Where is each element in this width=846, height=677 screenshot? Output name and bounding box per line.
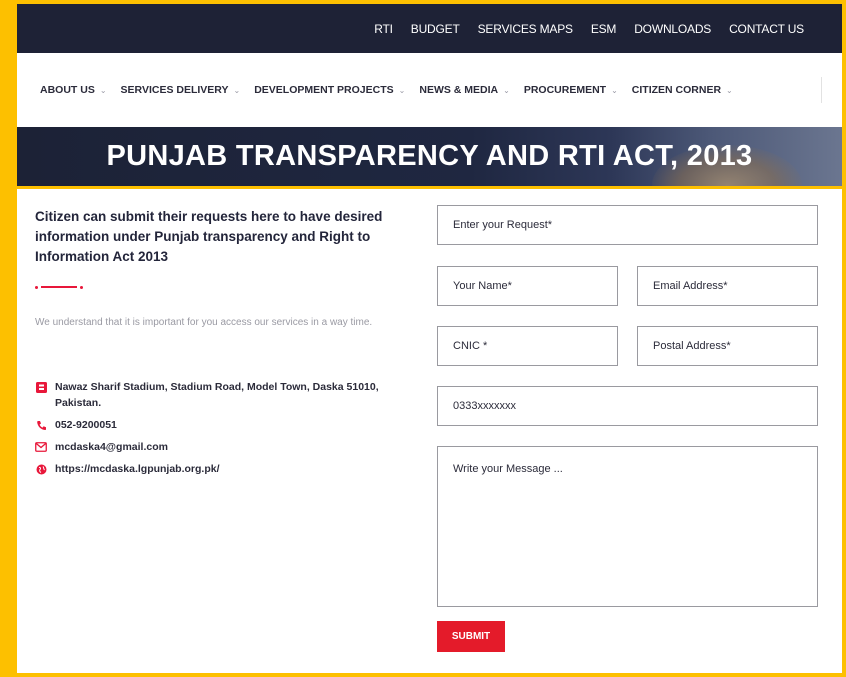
chevron-down-icon: ⌄ <box>398 85 406 95</box>
nav-item-services-delivery[interactable]: SERVICES DELIVERY ⌄ <box>121 84 241 96</box>
contact-address: Nawaz Sharif Stadium, Stadium Road, Mode… <box>35 379 415 411</box>
chevron-down-icon: ⌄ <box>726 85 733 95</box>
intro-description: We understand that it is important for y… <box>35 317 373 328</box>
contact-info: Nawaz Sharif Stadium, Stadium Road, Mode… <box>35 379 415 483</box>
nav-item-label: ABOUT US <box>40 84 95 96</box>
chevron-down-icon: ⌄ <box>503 85 510 95</box>
chevron-down-icon: ⌄ <box>99 85 107 95</box>
contact-email-text[interactable]: mcdaska4@gmail.com <box>55 439 168 455</box>
message-textarea[interactable]: Write your Message ... <box>437 446 818 607</box>
intro-heading: Citizen can submit their requests here t… <box>35 209 383 264</box>
envelope-icon <box>35 441 47 453</box>
page-banner: PUNJAB TRANSPARENCY AND RTI ACT, 2013 <box>17 127 842 186</box>
contact-address-text: Nawaz Sharif Stadium, Stadium Road, Mode… <box>55 381 379 409</box>
contact-website: https://mcdaska.lgpunjab.org.pk/ <box>35 461 415 477</box>
cnic-field[interactable]: CNIC * <box>437 326 618 366</box>
topbar-link-contact-us[interactable]: CONTACT US <box>729 22 804 36</box>
rti-request-section: Citizen can submit their requests here t… <box>17 189 842 673</box>
nav-item-label: CITIZEN CORNER <box>631 84 722 96</box>
postal-address-field[interactable]: Postal Address* <box>637 326 818 366</box>
submit-button[interactable]: SUBMIT <box>437 621 505 652</box>
nav-item-news-media[interactable]: NEWS & MEDIA ⌄ <box>419 84 509 96</box>
highlight-frame-bottom <box>0 673 846 677</box>
nav-item-about-us[interactable]: ABOUT US ⌄ <box>40 84 107 96</box>
main-navigation: ABOUT US ⌄ SERVICES DELIVERY ⌄ DEVELOPME… <box>17 53 842 127</box>
contact-phone: 052-9200051 <box>35 417 415 433</box>
name-field[interactable]: Your Name* <box>437 266 618 306</box>
topbar-link-services-maps[interactable]: SERVICES MAPS <box>478 22 573 36</box>
chevron-down-icon: ⌄ <box>233 85 241 95</box>
topbar-link-rti[interactable]: RTI <box>374 22 393 36</box>
highlight-frame-right <box>842 0 846 677</box>
phone-field[interactable]: 0333xxxxxxx <box>437 386 818 426</box>
email-field[interactable]: Email Address* <box>637 266 818 306</box>
nav-item-label: DEVELOPMENT PROJECTS <box>254 84 394 96</box>
topbar-link-budget[interactable]: BUDGET <box>411 22 460 36</box>
nav-item-label: SERVICES DELIVERY <box>120 84 229 96</box>
nav-item-procurement[interactable]: PROCUREMENT ⌄ <box>524 84 618 96</box>
topbar-link-downloads[interactable]: DOWNLOADS <box>634 22 711 36</box>
phone-icon <box>35 419 47 431</box>
nav-divider <box>821 77 822 103</box>
contact-website-text[interactable]: https://mcdaska.lgpunjab.org.pk/ <box>55 461 220 477</box>
accent-divider <box>35 286 83 289</box>
location-pin-icon <box>35 381 47 393</box>
top-utility-bar: RTI BUDGET SERVICES MAPS ESM DOWNLOADS C… <box>17 4 842 53</box>
contact-phone-text[interactable]: 052-9200051 <box>55 417 117 433</box>
page-title: PUNJAB TRANSPARENCY AND RTI ACT, 2013 <box>106 140 753 172</box>
contact-email: mcdaska4@gmail.com <box>35 439 415 455</box>
globe-icon <box>35 463 47 475</box>
topbar-link-esm[interactable]: ESM <box>591 22 617 36</box>
nav-item-development-projects[interactable]: DEVELOPMENT PROJECTS ⌄ <box>254 84 405 96</box>
nav-item-label: NEWS & MEDIA <box>419 84 499 96</box>
highlight-frame-left <box>0 0 17 677</box>
nav-item-label: PROCUREMENT <box>523 84 607 96</box>
chevron-down-icon: ⌄ <box>611 85 618 95</box>
top-utility-links: RTI BUDGET SERVICES MAPS ESM DOWNLOADS C… <box>374 4 804 53</box>
nav-item-citizen-corner[interactable]: CITIZEN CORNER ⌄ <box>632 84 733 96</box>
request-field[interactable]: Enter your Request* <box>437 205 818 245</box>
